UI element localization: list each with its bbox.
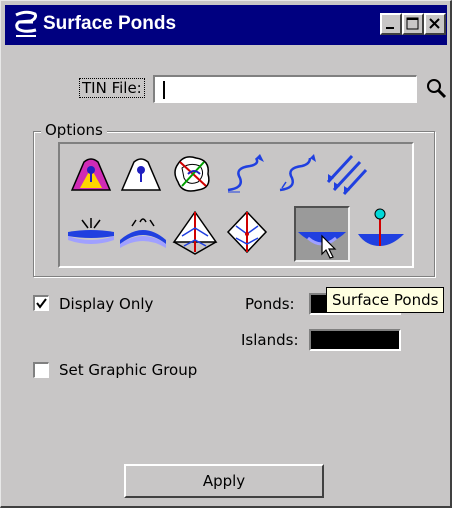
tool-volcano-colored[interactable] — [66, 148, 116, 200]
display-only-checkbox[interactable] — [33, 295, 49, 311]
tool-volcano[interactable] — [116, 148, 166, 200]
multi-flow-arrows-icon — [326, 154, 368, 196]
minimize-icon — [386, 27, 394, 29]
flow-arrow-dashed-icon — [279, 154, 316, 192]
tool-multi-arrows[interactable] — [322, 148, 372, 200]
maximize-icon — [406, 17, 419, 30]
display-only-label: Display Only — [59, 295, 154, 313]
watershed-icon — [172, 210, 218, 255]
tool-watershed[interactable] — [170, 206, 220, 258]
close-button[interactable] — [424, 13, 446, 35]
volcano-colored-icon — [70, 158, 112, 191]
tool-watershed-2[interactable] — [222, 206, 272, 258]
close-icon — [429, 18, 440, 29]
high-point-icon — [120, 218, 166, 248]
tool-contour-blob[interactable] — [168, 148, 218, 200]
tooltip: Surface Ponds — [326, 287, 445, 313]
flow-arrow-icon — [227, 154, 264, 193]
minimize-button[interactable] — [380, 13, 402, 35]
tin-file-input[interactable] — [153, 75, 417, 103]
islands-label: Islands: — [241, 331, 299, 349]
tool-pond-marker[interactable] — [356, 206, 406, 258]
pond-marker-icon — [358, 208, 404, 246]
set-graphic-group-label: Set Graphic Group — [59, 361, 198, 379]
tool-flow-arrow-2[interactable] — [272, 148, 322, 200]
tool-high-point[interactable] — [118, 206, 168, 258]
surface-ponds-dialog: Surface Ponds TIN File: Options Display … — [0, 0, 452, 508]
title-bar[interactable]: Surface Ponds — [5, 5, 447, 45]
options-toolbar — [58, 142, 414, 268]
tool-surface-ponds[interactable] — [294, 206, 350, 262]
options-legend: Options — [41, 121, 107, 139]
watershed-diamond-icon — [226, 210, 268, 254]
inroads-logo-icon — [15, 10, 37, 37]
ponds-label: Ponds: — [245, 295, 295, 313]
volcano-icon — [120, 158, 162, 191]
low-point-icon — [68, 218, 114, 244]
text-caret — [163, 81, 165, 99]
maximize-button[interactable] — [402, 13, 424, 35]
surface-ponds-icon — [298, 232, 346, 259]
contour-blob-icon — [174, 156, 210, 192]
magnifier-search-icon[interactable] — [425, 77, 447, 99]
islands-color-swatch[interactable] — [309, 329, 401, 351]
set-graphic-group-checkbox[interactable] — [33, 362, 49, 378]
tool-flow-arrow[interactable] — [220, 148, 270, 200]
apply-button[interactable]: Apply — [124, 464, 324, 498]
tool-low-point[interactable] — [66, 206, 116, 258]
window-title: Surface Ponds — [43, 13, 177, 34]
tin-file-label: TIN File: — [79, 78, 145, 98]
checkmark-icon — [36, 298, 47, 309]
